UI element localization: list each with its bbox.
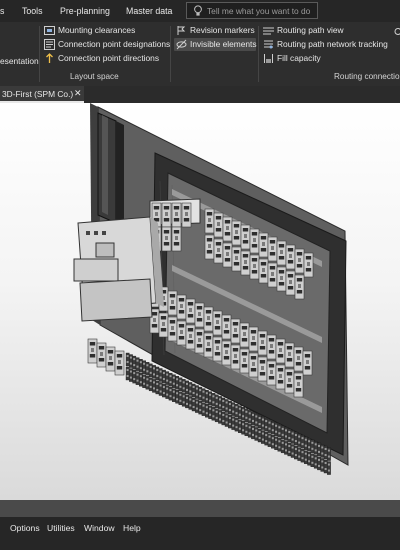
menu-item-pre-planning[interactable]: Pre-planning — [60, 6, 110, 16]
arrow-up-icon — [46, 53, 53, 63]
routing-path-icon — [263, 27, 274, 35]
status-strip — [0, 500, 400, 517]
group-label-layout-space: Layout space — [70, 72, 119, 81]
ribbon: esentation Mounting clearances Connectio… — [0, 22, 400, 87]
document-tab-title: 3D-First (SPM Co.) — [2, 89, 74, 99]
menu-item-utilities[interactable]: Utilities — [47, 523, 75, 533]
relay-block — [87, 338, 125, 376]
revision-marker-icon — [177, 26, 186, 35]
ribbon-separator — [170, 26, 171, 82]
3d-viewport[interactable] — [0, 103, 400, 500]
group-label-routing-connection: Routing connection — [334, 72, 400, 81]
ribbon-separator — [39, 26, 40, 82]
close-icon[interactable]: ✕ — [74, 88, 82, 99]
menu-item-partial[interactable]: s — [0, 6, 4, 16]
connection-designation-icon — [44, 39, 55, 50]
search-box[interactable]: Tell me what you want to do — [186, 2, 318, 19]
main-switch-block — [73, 216, 164, 322]
menu-bar: s Tools Pre-planning Master data Tell me… — [0, 0, 400, 22]
document-tab[interactable]: 3D-First (SPM Co.) ✕ — [0, 86, 84, 103]
menu-item-tools[interactable]: Tools — [22, 6, 43, 16]
search-placeholder: Tell me what you want to do — [207, 6, 311, 16]
invisible-elements-button[interactable]: Invisible elements — [174, 38, 257, 51]
menu-item-master-data[interactable]: Master data — [126, 6, 172, 16]
menu-item-help[interactable]: Help — [123, 523, 141, 533]
mounting-clearances-icon — [44, 26, 55, 35]
contactor-column — [97, 112, 124, 227]
invisible-eye-icon — [176, 39, 187, 50]
menu-item-window[interactable]: Window — [84, 523, 115, 533]
lightbulb-icon — [194, 5, 202, 16]
more-options-icon[interactable] — [392, 26, 400, 37]
ribbon-separator — [258, 26, 259, 82]
cabinet-3d-model — [73, 103, 349, 476]
network-tracking-icon — [264, 40, 273, 49]
fill-capacity-icon — [264, 54, 273, 63]
document-tab-strip: 3D-First (SPM Co.) ✕ — [0, 86, 400, 103]
menu-item-options[interactable]: Options — [10, 523, 40, 533]
bottom-menu-bar: Options Utilities Window Help — [0, 517, 400, 550]
